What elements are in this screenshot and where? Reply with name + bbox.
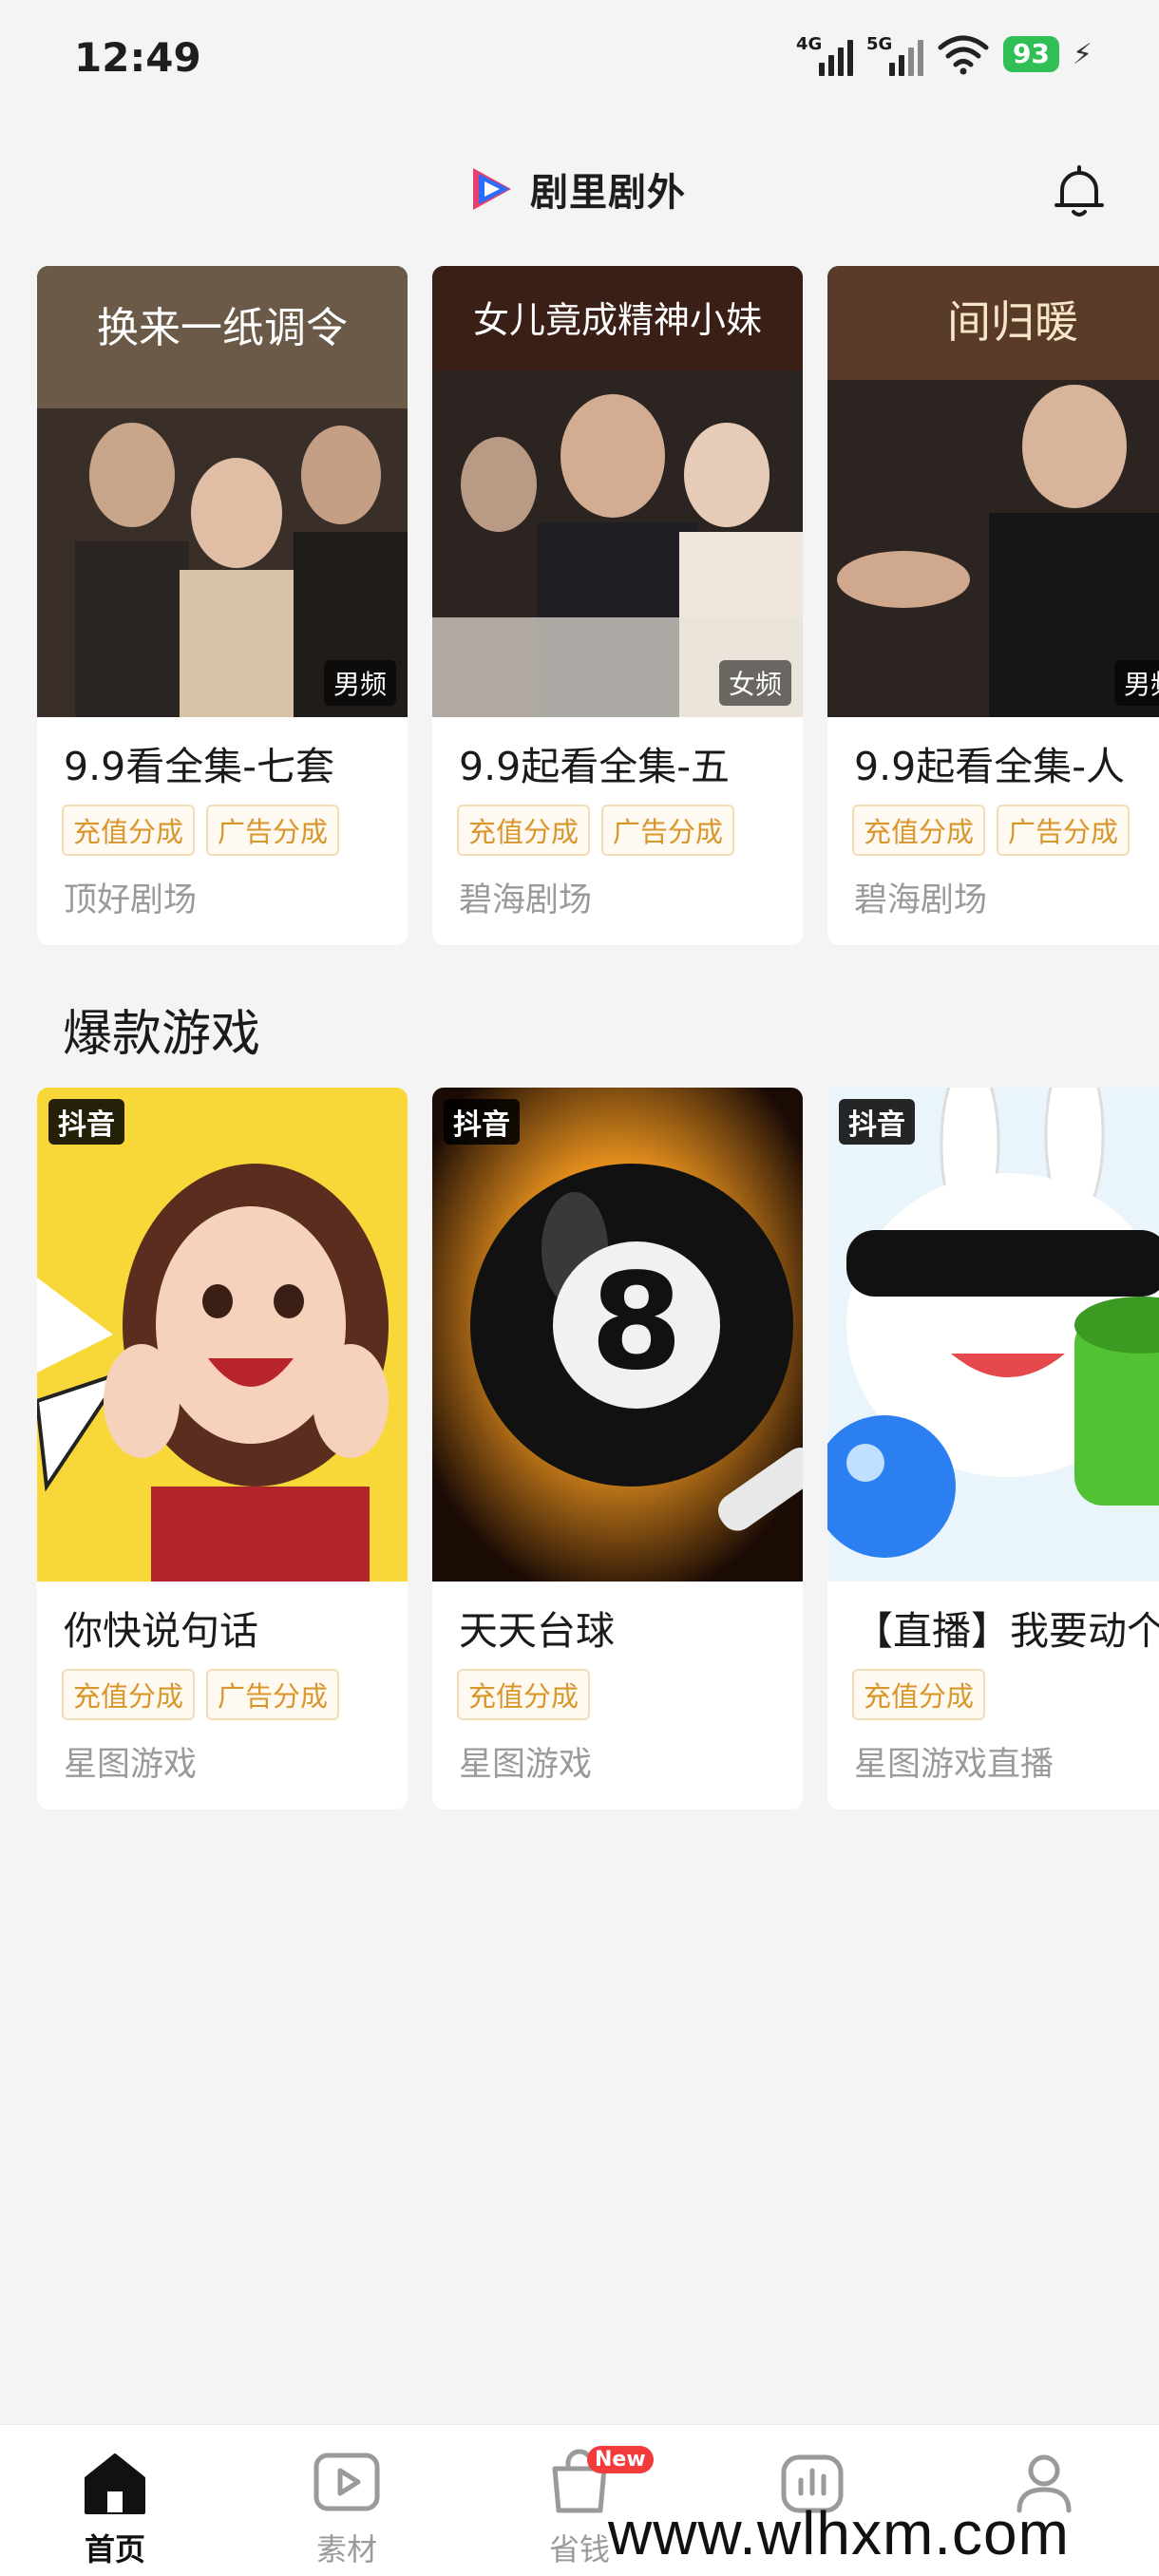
poster-image: 女儿竟成精神小妹 — [432, 266, 803, 717]
section-title: 爆款游戏 — [63, 1006, 261, 1063]
tag: 充值分成 — [457, 805, 591, 856]
platform-badge: 抖音 — [48, 1099, 124, 1145]
tag: 充值分成 — [852, 805, 986, 856]
tag: 充值分成 — [62, 805, 196, 856]
svg-text:8: 8 — [590, 1245, 682, 1400]
game-cover[interactable]: 8 抖音 — [432, 1088, 803, 1582]
nav-label: 素材 — [315, 2531, 377, 2567]
card-title: 【直播】我要动个 — [854, 1608, 1159, 1654]
card-source: 星图游戏 — [64, 1746, 198, 1784]
drama-poster[interactable]: 间归暖 男频 — [827, 266, 1159, 717]
genre-badge: 女频 — [718, 660, 791, 706]
nav-item-material[interactable]: 素材 — [271, 2444, 423, 2569]
game-cover[interactable]: 抖音 — [827, 1088, 1159, 1582]
drama-poster[interactable]: 换来一纸调令 男频 — [37, 266, 408, 717]
card-title: 9.9看全集-七套 — [64, 744, 334, 789]
watermark-text: www.wlhxm.com — [608, 2499, 1070, 2567]
tag: 充值分成 — [457, 1669, 591, 1720]
home-icon — [85, 2453, 145, 2514]
nav-item-home[interactable]: 首页 — [39, 2444, 191, 2569]
game-card[interactable]: 8 抖音 天天台球 充值分成 星图游戏 — [432, 1088, 803, 1809]
cover-image — [37, 1088, 408, 1582]
tag-list: 充值分成 广告分成 — [852, 805, 1159, 856]
card-source: 顶好剧场 — [64, 881, 198, 919]
card-source: 星图游戏 — [459, 1746, 593, 1784]
cellular-signal-icon-2: 5G — [866, 32, 923, 76]
app-name: 剧里剧外 — [530, 171, 686, 215]
platform-badge: 抖音 — [444, 1099, 520, 1145]
tag: 广告分成 — [601, 805, 735, 856]
platform-badge: 抖音 — [839, 1099, 915, 1145]
poster-caption: 换来一纸调令 — [97, 304, 348, 352]
tag-list: 充值分成 广告分成 — [62, 1669, 383, 1720]
card-source: 碧海剧场 — [854, 881, 988, 919]
app-header: 剧里剧外 — [0, 142, 1159, 247]
card-title: 你快说句话 — [64, 1608, 258, 1654]
drama-card[interactable]: 换来一纸调令 男频 9.9看全集-七套 充值分成 广告分成 顶好剧场 — [37, 266, 408, 945]
drama-card[interactable]: 间归暖 男频 9.9起看全集-人 充值分成 广告分成 碧海剧场 — [827, 266, 1159, 945]
card-source: 碧海剧场 — [459, 881, 593, 919]
brand: 剧里剧外 — [466, 161, 686, 217]
poster-caption: 女儿竟成精神小妹 — [473, 299, 762, 341]
cellular-signal-icon: 4G — [796, 32, 853, 76]
app-logo-icon — [473, 168, 511, 210]
app-screen: 12:49 4G 5G 93 ⚡ 剧里剧外 换来一纸调令 男频 9.9看全集-七… — [0, 0, 1159, 2576]
poster-image: 换来一纸调令 — [37, 266, 408, 717]
tag-list: 充值分成 广告分成 — [62, 805, 383, 856]
tag-list: 充值分成 广告分成 — [457, 805, 778, 856]
bell-icon[interactable] — [1047, 160, 1112, 224]
status-bar: 12:49 4G 5G 93 ⚡ — [0, 0, 1159, 114]
drama-poster[interactable]: 女儿竟成精神小妹 女频 — [432, 266, 803, 717]
card-title: 9.9起看全集-人 — [854, 744, 1125, 789]
game-card[interactable]: 抖音 你快说句话 充值分成 广告分成 星图游戏 — [37, 1088, 408, 1809]
cover-image — [827, 1088, 1159, 1582]
drama-row[interactable]: 换来一纸调令 男频 9.9看全集-七套 充值分成 广告分成 顶好剧场 女儿竟成精… — [0, 266, 1159, 959]
genre-badge: 男频 — [1113, 660, 1159, 706]
new-badge: New — [587, 2446, 654, 2473]
card-source: 星图游戏直播 — [854, 1746, 1054, 1784]
poster-image: 间归暖 — [827, 266, 1159, 717]
game-cover[interactable]: 抖音 — [37, 1088, 408, 1582]
play-icon — [314, 2453, 380, 2511]
charging-icon: ⚡ — [1072, 37, 1092, 71]
battery-indicator: 93 — [1002, 36, 1059, 72]
tag: 广告分成 — [206, 1669, 340, 1720]
drama-card[interactable]: 女儿竟成精神小妹 女频 9.9起看全集-五 充值分成 广告分成 碧海剧场 — [432, 266, 803, 945]
tag-list: 充值分成 — [457, 1669, 778, 1720]
card-title: 9.9起看全集-五 — [459, 744, 730, 789]
status-icons: 4G 5G 93 ⚡ — [796, 32, 1092, 76]
cover-image: 8 — [432, 1088, 803, 1582]
nav-label: 首页 — [84, 2531, 145, 2567]
tag-list: 充值分成 — [852, 1669, 1159, 1720]
games-row[interactable]: 抖音 你快说句话 充值分成 广告分成 星图游戏 8 抖音 天天台球 充值分成 星… — [0, 1088, 1159, 1809]
tag: 充值分成 — [852, 1669, 986, 1720]
game-card[interactable]: 抖音 【直播】我要动个 充值分成 星图游戏直播 — [827, 1088, 1159, 1809]
tag: 广告分成 — [997, 805, 1130, 856]
poster-caption: 间归暖 — [947, 296, 1078, 348]
card-title: 天天台球 — [459, 1608, 615, 1654]
tag: 充值分成 — [62, 1669, 196, 1720]
genre-badge: 男频 — [323, 660, 396, 706]
status-time: 12:49 — [74, 34, 201, 81]
tag: 广告分成 — [206, 805, 340, 856]
wifi-icon — [938, 35, 989, 75]
